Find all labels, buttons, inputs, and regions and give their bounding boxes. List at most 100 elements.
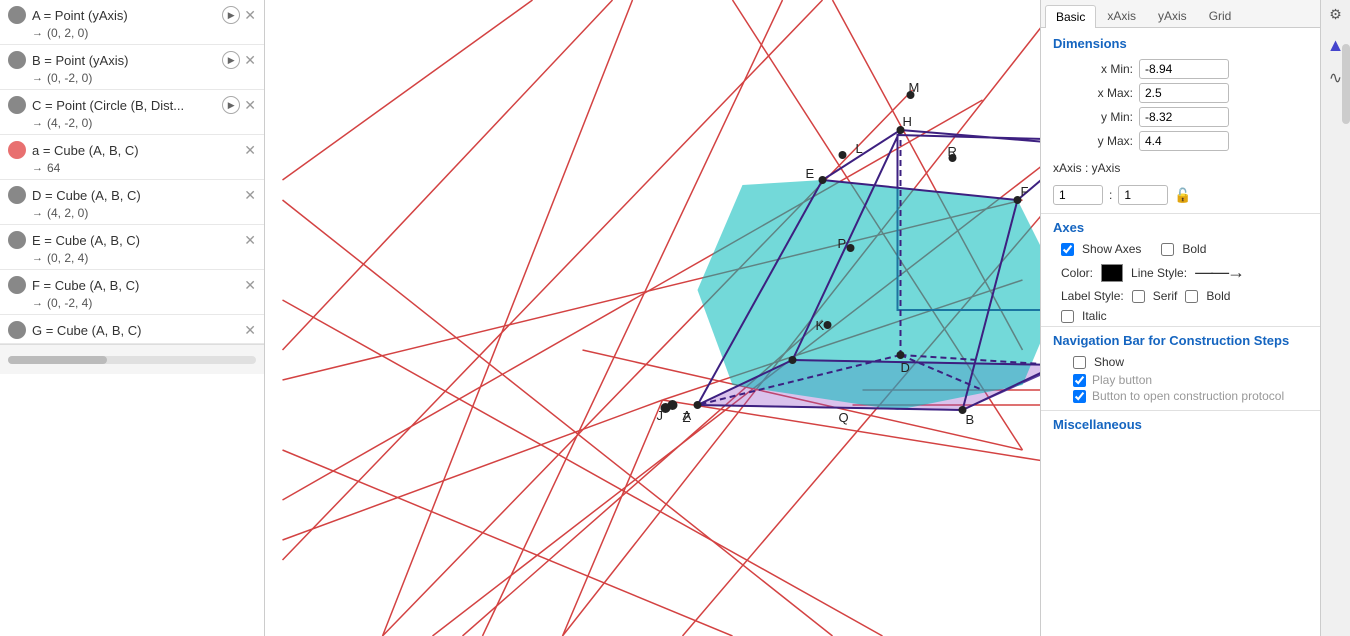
tab-yaxis[interactable]: yAxis <box>1147 4 1198 27</box>
panel-tabs: Basic xAxis yAxis Grid ✕ <box>1041 0 1350 28</box>
lock-icon[interactable]: 🔓 <box>1174 187 1191 204</box>
sidebar-item: A = Point (yAxis) ▶ ✕ → (0, 2, 0) <box>0 0 264 45</box>
play-button[interactable]: ▶ <box>222 96 240 114</box>
line-style-arrow[interactable]: ——→ <box>1195 262 1243 283</box>
item-close-button[interactable]: ✕ <box>244 52 256 69</box>
svg-text:P: P <box>838 236 847 251</box>
label-style-label: Label Style: <box>1061 289 1124 303</box>
svg-text:K: K <box>816 318 825 333</box>
serif-label: Serif <box>1153 289 1178 303</box>
ymax-input[interactable] <box>1139 131 1229 151</box>
item-value: → 64 <box>8 161 256 175</box>
ratio-colon: : <box>1109 188 1112 202</box>
italic-checkbox[interactable] <box>1061 310 1074 323</box>
sidebar-item-header: a = Cube (A, B, C) ✕ <box>8 141 256 159</box>
item-value: → (0, -2, 4) <box>8 296 256 310</box>
item-close-button[interactable]: ✕ <box>244 232 256 249</box>
svg-text:R: R <box>948 144 957 159</box>
item-value: → (0, -2, 0) <box>8 71 256 85</box>
show-axes-label: Show Axes <box>1082 242 1141 256</box>
svg-text:F: F <box>1021 184 1029 199</box>
ymin-input[interactable] <box>1139 107 1229 127</box>
bold2-checkbox[interactable] <box>1185 290 1198 303</box>
sidebar-item-header: G = Cube (A, B, C) ✕ <box>8 321 256 339</box>
bold-label: Bold <box>1182 242 1206 256</box>
svg-text:H: H <box>903 114 912 129</box>
ratio-x-input[interactable] <box>1053 185 1103 205</box>
item-close-button[interactable]: ✕ <box>244 322 256 339</box>
item-color-dot <box>8 276 26 294</box>
item-value: → (0, 2, 4) <box>8 251 256 265</box>
item-name: D = Cube (A, B, C) <box>32 188 240 203</box>
bold-checkbox[interactable] <box>1161 243 1174 256</box>
misc-section-title: Miscellaneous <box>1041 410 1350 436</box>
nav-bar-title: Navigation Bar for Construction Steps <box>1053 333 1338 348</box>
item-value-text: (4, 2, 0) <box>47 206 88 220</box>
item-color-dot <box>8 186 26 204</box>
play-button[interactable]: ▶ <box>222 51 240 69</box>
wave-icon[interactable]: ∿ <box>1329 68 1342 88</box>
show-axes-row: Show Axes Bold <box>1041 239 1350 259</box>
play-button-checkbox[interactable] <box>1073 374 1086 387</box>
svg-text:E: E <box>806 166 815 181</box>
sidebar-item: B = Point (yAxis) ▶ ✕ → (0, -2, 0) <box>0 45 264 90</box>
canvas-area[interactable]: A B C D E F G H I J K L M N P Q R S Z <box>265 0 1040 636</box>
open-protocol-label: Button to open construction protocol <box>1092 389 1284 403</box>
ratio-y-input[interactable] <box>1118 185 1168 205</box>
sidebar-item: a = Cube (A, B, C) ✕ → 64 <box>0 135 264 180</box>
line-style-label: Line Style: <box>1131 266 1187 280</box>
item-value-text: (0, -2, 4) <box>47 296 92 310</box>
dimensions-title: Dimensions <box>1041 28 1350 55</box>
nav-bar-section: Navigation Bar for Construction Steps Sh… <box>1041 326 1350 410</box>
bold2-label: Bold <box>1206 289 1230 303</box>
sidebar-item: D = Cube (A, B, C) ✕ → (4, 2, 0) <box>0 180 264 225</box>
ymin-label: y Min: <box>1053 110 1133 124</box>
nav-show-checkbox[interactable] <box>1073 356 1086 369</box>
svg-text:D: D <box>901 360 910 375</box>
item-close-button[interactable]: ✕ <box>244 7 256 24</box>
sidebar-item: C = Point (Circle (B, Dist... ▶ ✕ → (4, … <box>0 90 264 135</box>
xmin-input[interactable] <box>1139 59 1229 79</box>
arrow-icon: → <box>32 207 43 219</box>
svg-text:Z: Z <box>683 410 691 425</box>
label-style-row: Label Style: Serif Bold <box>1041 286 1350 306</box>
item-close-button[interactable]: ✕ <box>244 142 256 159</box>
sidebar-item-header: A = Point (yAxis) ▶ ✕ <box>8 6 256 24</box>
item-close-button[interactable]: ✕ <box>244 187 256 204</box>
arrow-icon: → <box>32 72 43 84</box>
right-panel: Basic xAxis yAxis Grid ✕ Dimensions x Mi… <box>1040 0 1350 636</box>
sidebar: A = Point (yAxis) ▶ ✕ → (0, 2, 0) B = Po… <box>0 0 265 636</box>
open-protocol-row: Button to open construction protocol <box>1053 388 1338 404</box>
sidebar-item-header: F = Cube (A, B, C) ✕ <box>8 276 256 294</box>
item-value-text: (0, -2, 0) <box>47 71 92 85</box>
xmin-label: x Min: <box>1053 62 1133 76</box>
item-name: F = Cube (A, B, C) <box>32 278 240 293</box>
open-protocol-checkbox[interactable] <box>1073 390 1086 403</box>
tab-grid[interactable]: Grid <box>1198 4 1243 27</box>
item-color-dot <box>8 51 26 69</box>
item-color-dot <box>8 141 26 159</box>
show-axes-checkbox[interactable] <box>1061 243 1074 256</box>
italic-row: Italic <box>1041 306 1350 326</box>
item-name: A = Point (yAxis) <box>32 8 222 23</box>
axes-section-title: Axes <box>1041 213 1350 239</box>
item-name: a = Cube (A, B, C) <box>32 143 240 158</box>
tab-basic[interactable]: Basic <box>1045 5 1096 28</box>
item-close-button[interactable]: ✕ <box>244 97 256 114</box>
tab-xaxis[interactable]: xAxis <box>1096 4 1147 27</box>
sidebar-item: F = Cube (A, B, C) ✕ → (0, -2, 4) <box>0 270 264 315</box>
play-button-row: Play button <box>1053 372 1338 388</box>
italic-label: Italic <box>1082 309 1107 323</box>
arrow-icon: → <box>32 117 43 129</box>
item-close-button[interactable]: ✕ <box>244 277 256 294</box>
item-name: E = Cube (A, B, C) <box>32 233 240 248</box>
play-button[interactable]: ▶ <box>222 6 240 24</box>
item-value: → (4, -2, 0) <box>8 116 256 130</box>
serif-checkbox[interactable] <box>1132 290 1145 303</box>
svg-text:B: B <box>966 412 975 427</box>
color-picker[interactable] <box>1101 264 1123 282</box>
xmax-input[interactable] <box>1139 83 1229 103</box>
item-value-text: (4, -2, 0) <box>47 116 92 130</box>
item-name: C = Point (Circle (B, Dist... <box>32 98 222 113</box>
gear-icon[interactable]: ⚙ <box>1329 6 1342 23</box>
